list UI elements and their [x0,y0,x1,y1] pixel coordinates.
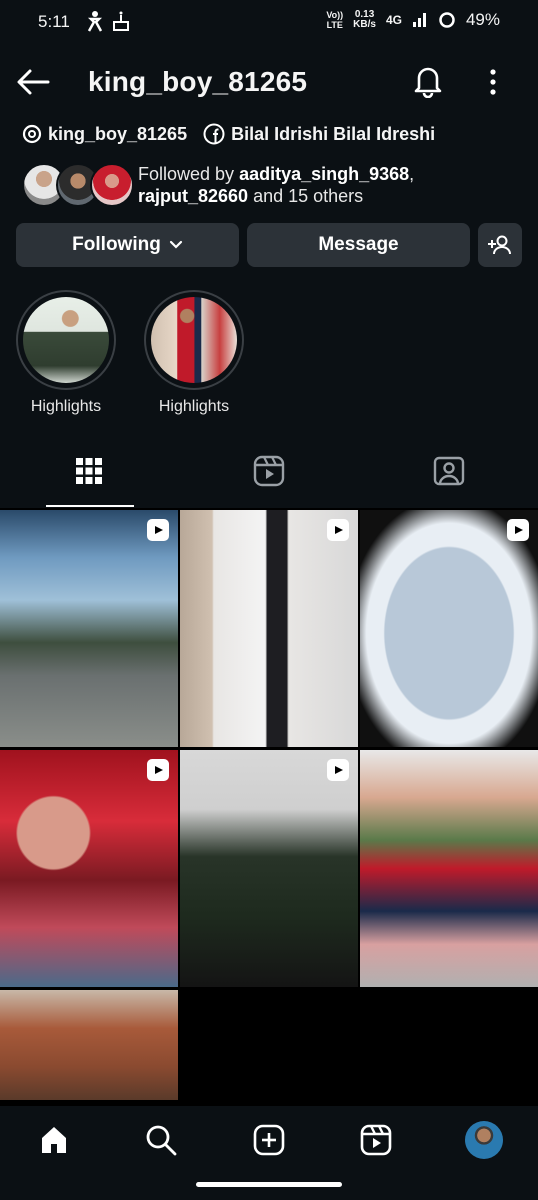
reels-icon [360,1124,392,1156]
tab-posts-grid[interactable] [0,434,178,508]
grid-post [360,750,538,987]
grid-icon [76,458,102,484]
home-icon [42,1127,66,1153]
reel-badge-icon [147,759,169,781]
facebook-link[interactable]: Bilal Idrishi Bilal Idreshi [203,123,435,145]
add-person-icon [488,235,511,255]
highlight-label: Highlights [158,398,230,415]
mutual-avatar [90,163,134,207]
highlight-ring [16,290,116,390]
network-type: 4G [385,13,402,27]
suggested-users-button[interactable] [478,223,522,267]
profile-username: king_boy_81265 [88,66,308,97]
status-right: Vo)) LTE 0.13 KB/s 4G 49% [326,10,500,31]
reels-icon [253,455,285,487]
network-speed: 0.13 KB/s [353,10,376,30]
followed-prefix: Followed by [138,164,240,184]
profile-tabs [0,434,538,508]
story-highlights: Highlights Highlights [0,290,538,420]
followed-user2: rajput_82660 [138,186,249,206]
reel-badge-icon [507,519,529,541]
followed-suffix: and 15 others [248,186,364,206]
active-tab-indicator [46,505,134,507]
highlight-item[interactable]: Highlights [144,290,244,416]
highlight-ring [144,290,244,390]
profile-header: king_boy_81265 [0,44,538,120]
signal-icon [412,13,426,27]
grid-post[interactable] [360,510,538,747]
threads-icon [22,124,42,144]
followed-user1: aaditya_singh_9368 [239,164,410,184]
linked-accounts: king_boy_81265 Bilal Idrishi Bilal Idres… [22,123,435,145]
search-icon [146,1125,177,1156]
nav-profile[interactable] [462,1118,506,1162]
facebook-icon [203,123,225,145]
battery-percent: 49% [465,10,500,29]
volte-line1: Vo)) [326,10,344,20]
bell-icon[interactable] [413,64,443,98]
message-button[interactable]: Message [247,223,470,267]
following-label: Following [72,234,161,255]
highlight-cover-image [151,297,237,383]
volte-line2: LTE [326,20,343,30]
grid-post[interactable] [0,510,178,747]
bottom-navigation [0,1106,538,1200]
tab-tagged[interactable] [360,434,538,508]
back-arrow-icon[interactable] [16,68,50,96]
profile-avatar [465,1121,503,1159]
tagged-icon [433,456,465,486]
followed-comma: , [409,164,415,184]
followed-by[interactable]: Followed by aaditya_singh_9368, rajput_8… [22,163,414,207]
grid-post[interactable] [180,510,358,747]
grid-post[interactable] [0,750,178,987]
volte-indicator: Vo)) LTE [326,10,343,30]
person-walk-icon [87,11,103,32]
profile-area: king_boy_81265 Bilal Idrishi Bilal Idres… [0,120,538,508]
facebook-name: Bilal Idrishi Bilal Idreshi [231,123,436,144]
status-time: 5:11 [38,12,70,31]
threads-handle: king_boy_81265 [48,123,188,144]
reel-badge-icon [327,759,349,781]
highlight-label: Highlights [30,398,102,415]
create-icon [253,1124,285,1156]
highlight-cover-image [23,297,109,383]
grid-post[interactable] [180,750,358,987]
more-options-icon[interactable] [488,68,498,96]
gesture-bar [196,1182,342,1187]
nav-home[interactable] [32,1118,76,1162]
posts-grid [0,510,538,1100]
battery-ring-icon [439,12,455,28]
mutual-avatars [22,163,134,207]
following-button[interactable]: Following [16,223,239,267]
status-bar: 5:11 Vo)) LTE 0.13 KB/s 4G 49% [0,0,538,44]
nav-create[interactable] [247,1118,291,1162]
action-buttons: Following Message [16,223,522,267]
speed-unit: KB/s [353,19,376,30]
highlight-item[interactable]: Highlights [16,290,116,416]
reel-badge-icon [147,519,169,541]
threads-link[interactable]: king_boy_81265 [22,124,187,145]
reel-badge-icon [327,519,349,541]
chevron-down-icon [169,240,182,249]
followed-by-text: Followed by aaditya_singh_9368, rajput_8… [138,163,414,207]
status-left-icons [86,10,130,32]
cake-icon [113,11,129,31]
nav-search[interactable] [139,1118,183,1162]
grid-post[interactable] [0,990,178,1100]
nav-reels[interactable] [354,1118,398,1162]
message-label: Message [318,234,399,255]
tab-reels[interactable] [180,434,358,508]
